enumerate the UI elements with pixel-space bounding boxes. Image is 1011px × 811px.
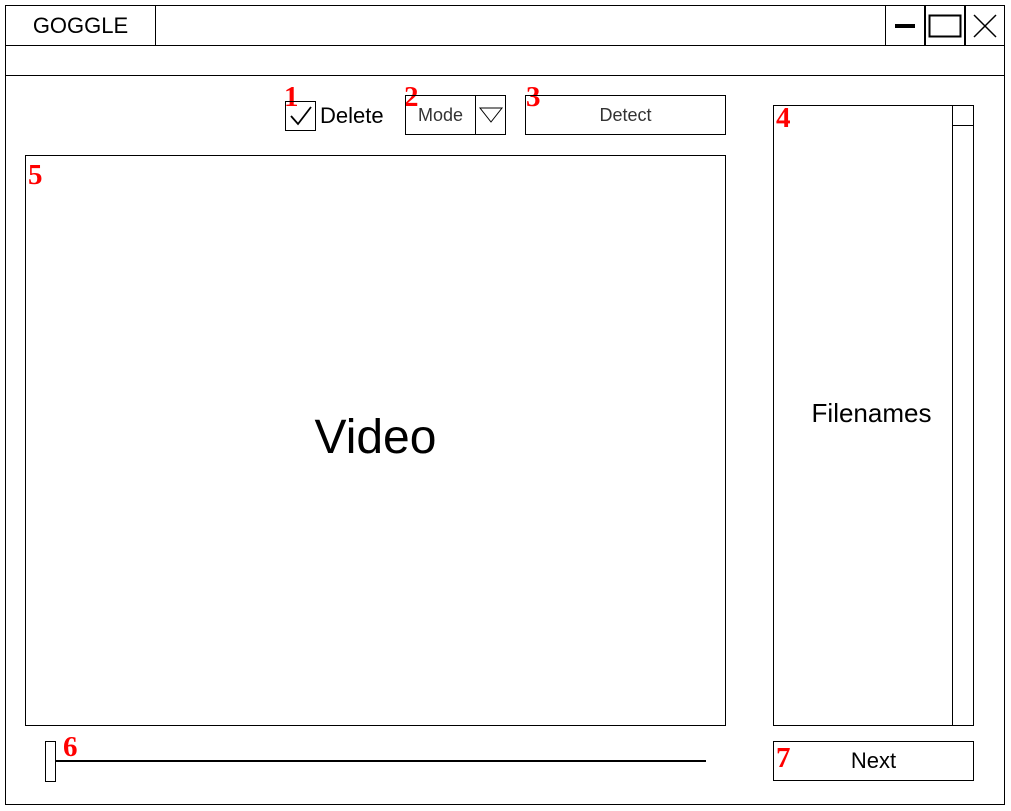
delete-checkbox[interactable] [285,101,316,131]
minimize-button[interactable] [885,5,925,46]
annotation-number-6: 6 [63,731,78,763]
next-button[interactable]: Next [773,741,974,781]
seek-slider-track[interactable] [55,760,706,762]
seek-slider-handle[interactable] [45,741,56,782]
video-panel[interactable]: Video [25,155,726,726]
close-icon [973,13,997,38]
maximize-icon [928,14,962,37]
scrollbar-thumb[interactable] [952,105,974,126]
minimize-icon [895,23,915,28]
menu-bar [5,45,1005,76]
annotation-number-4: 4 [776,102,791,134]
app-title: GOGGLE [5,5,156,46]
checkmark-icon [289,106,312,126]
delete-checkbox-label: Delete [320,103,384,128]
triangle-down-icon [478,107,504,123]
maximize-button[interactable] [925,5,965,46]
close-button[interactable] [965,5,1005,46]
video-placeholder-label: Video [314,411,437,464]
filenames-list-label: Filenames [811,398,932,428]
filenames-scrollbar[interactable] [952,105,974,726]
dropdown-arrow-button[interactable] [475,95,506,135]
mode-dropdown-value: Mode [417,104,464,125]
annotation-number-5: 5 [28,159,43,191]
annotation-number-7: 7 [776,742,791,774]
detect-button[interactable]: Detect [525,95,726,135]
